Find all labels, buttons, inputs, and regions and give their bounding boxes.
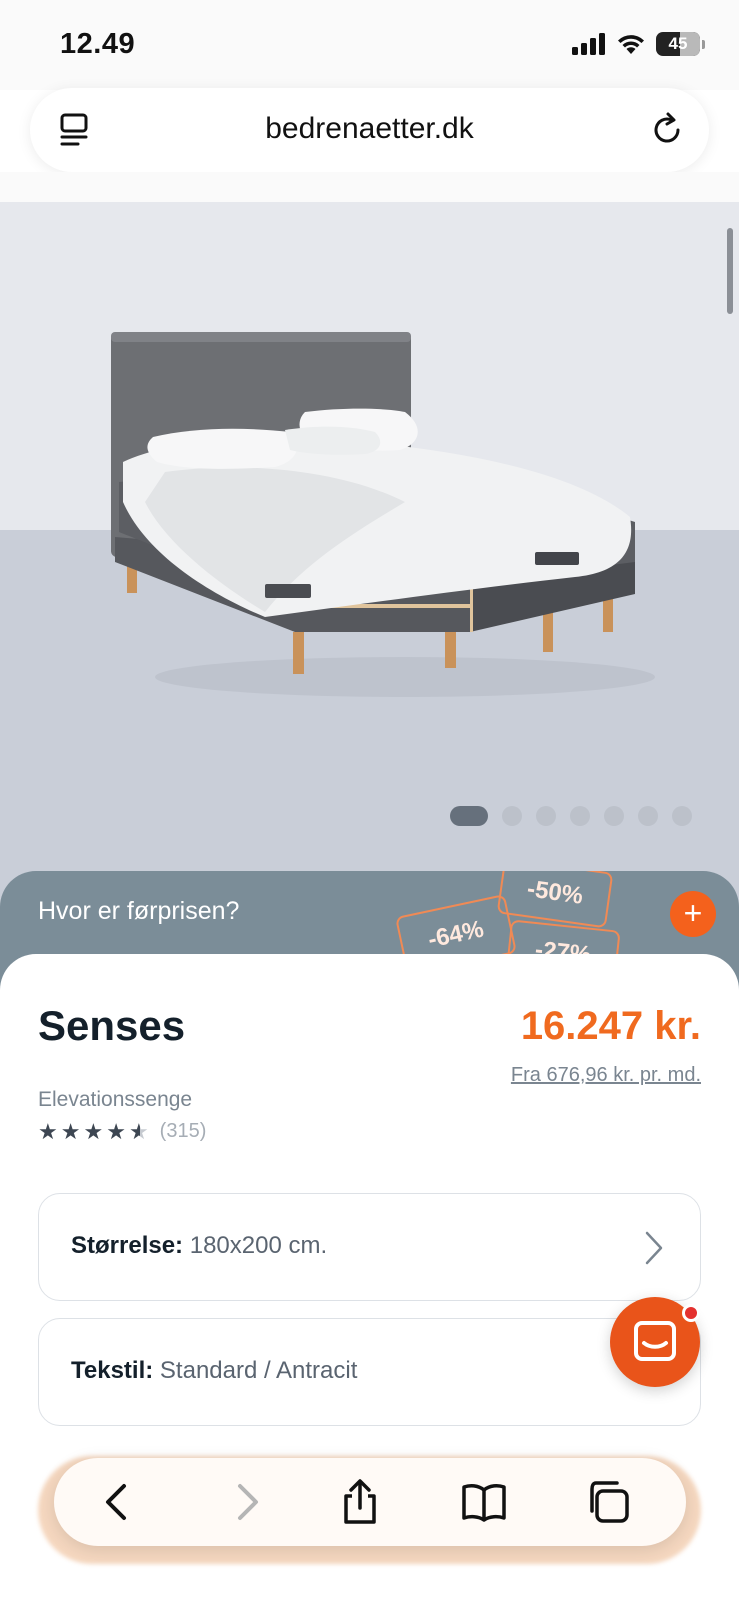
gallery-dot[interactable] (638, 806, 658, 826)
textile-value: Standard / Antracit (159, 1357, 358, 1384)
status-time: 12.49 (60, 28, 136, 60)
gallery-dot[interactable] (570, 806, 590, 826)
battery-level: 45 (668, 34, 688, 53)
gallery-dot[interactable] (672, 806, 692, 826)
size-label: Størrelse: (71, 1232, 184, 1259)
status-bar: 12.49 45 (0, 0, 739, 90)
bookmarks-icon[interactable] (460, 1478, 508, 1526)
product-image[interactable] (105, 332, 665, 712)
product-title: Senses (38, 1002, 186, 1049)
product-category: Elevationssenge (38, 1088, 193, 1111)
wifi-icon (618, 35, 644, 54)
textile-label: Tekstil: (71, 1357, 154, 1384)
star-icon: ★ (106, 1118, 126, 1144)
battery-icon: 45 (656, 32, 700, 56)
monthly-price-link[interactable]: Fra 676,96 kr. pr. md. (511, 1064, 701, 1087)
address-bar[interactable]: bedrenaetter.dk (30, 88, 709, 172)
page: 12.49 45 bedrenaetter.dk Hvor er førpris… (0, 0, 739, 1600)
star-icon: ★ (60, 1118, 81, 1144)
gallery-pagination[interactable] (450, 806, 692, 826)
gallery-dot[interactable] (604, 806, 624, 826)
forward-icon[interactable] (222, 1478, 270, 1526)
star-icon: ★ (38, 1118, 58, 1144)
chevron-right-icon (645, 1231, 663, 1265)
toolbar-spacer (0, 172, 739, 202)
browser-toolbar (54, 1458, 686, 1546)
textile-selector[interactable]: Tekstil: Standard / Antracit (38, 1318, 701, 1426)
textile-option-text: Tekstil: Standard / Antracit (71, 1357, 357, 1385)
review-count[interactable]: (315) (160, 1120, 207, 1143)
product-rating[interactable]: ★ ★ ★ ★ ★ (315) (38, 1120, 206, 1143)
reload-icon[interactable] (647, 110, 687, 150)
back-icon[interactable] (94, 1478, 142, 1526)
half-star-icon: ★ (128, 1118, 149, 1144)
status-icons: 45 (572, 32, 705, 56)
share-icon[interactable] (336, 1478, 384, 1526)
url-text[interactable]: bedrenaetter.dk (30, 112, 709, 146)
expand-price-info-button[interactable]: + (670, 891, 716, 937)
product-gallery[interactable] (0, 202, 739, 922)
notification-dot (682, 1304, 700, 1322)
price-info-text[interactable]: Hvor er førprisen? (38, 897, 239, 926)
size-option-text: Størrelse: 180x200 cm. (71, 1232, 327, 1260)
cellular-signal-icon (572, 33, 605, 55)
gallery-dot[interactable] (502, 806, 522, 826)
size-selector[interactable]: Størrelse: 180x200 cm. (38, 1193, 701, 1301)
star-icon: ★ (83, 1118, 104, 1144)
gallery-dot[interactable] (450, 806, 488, 826)
scroll-indicator (727, 228, 733, 314)
gallery-dot[interactable] (536, 806, 556, 826)
product-price: 16.247 kr. (520, 1004, 701, 1048)
tabs-icon[interactable] (584, 1478, 632, 1526)
size-value: 180x200 cm. (189, 1232, 328, 1259)
